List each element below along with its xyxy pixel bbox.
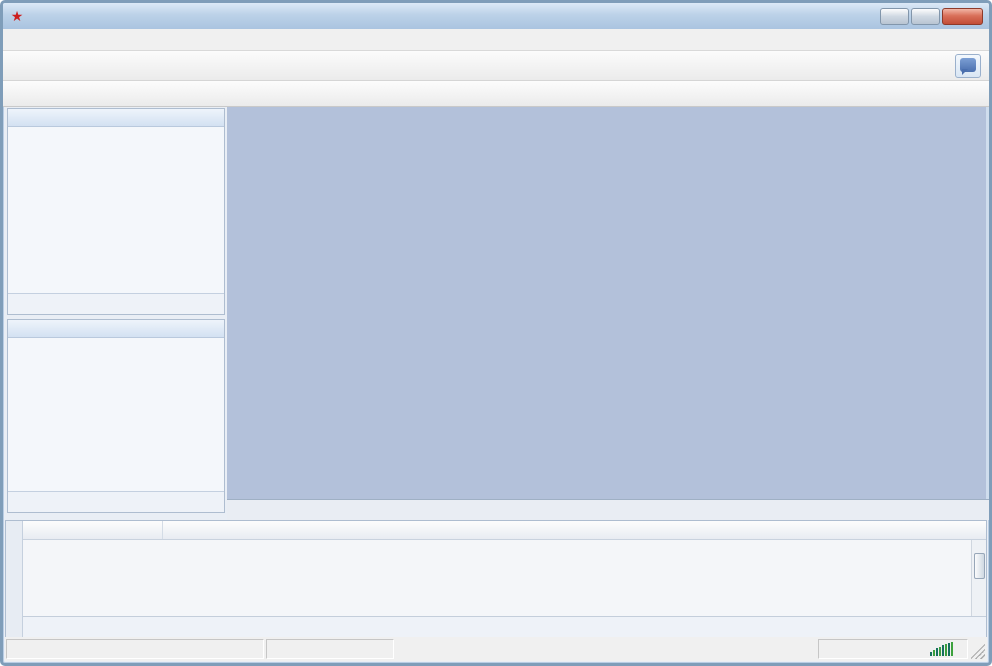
menu-bar <box>3 29 989 51</box>
market-watch-title-bar[interactable] <box>8 109 224 127</box>
news-scrollbar[interactable] <box>971 540 986 616</box>
chart-window-tabs <box>227 499 989 520</box>
navigator-panel <box>7 319 225 513</box>
close-button[interactable] <box>942 7 983 25</box>
notifications-button[interactable] <box>955 54 981 78</box>
status-traffic-cell <box>818 639 968 659</box>
terminal-main <box>23 521 986 637</box>
notifications-count <box>960 58 976 75</box>
terminal-panel <box>5 520 987 638</box>
title-bar[interactable]: ★ <box>3 3 989 29</box>
app-logo-icon: ★ <box>10 8 24 24</box>
navigator-tree <box>8 338 224 346</box>
tick-chart[interactable] <box>8 127 222 289</box>
left-column <box>5 108 227 513</box>
connection-bars-icon <box>930 642 953 656</box>
market-watch-tabs <box>8 293 224 314</box>
minimize-button[interactable] <box>880 7 909 25</box>
news-column-time[interactable] <box>23 521 163 539</box>
news-list <box>23 540 986 616</box>
news-table-header <box>23 521 986 540</box>
scrollbar-thumb[interactable] <box>973 553 985 579</box>
news-column-topic[interactable] <box>163 521 986 539</box>
market-watch-panel <box>7 108 225 315</box>
application-window: ★ <box>0 0 992 666</box>
resize-grip[interactable] <box>971 639 985 659</box>
main-toolbar <box>3 51 989 81</box>
maximize-button[interactable] <box>911 7 940 25</box>
terminal-tabs <box>23 616 986 637</box>
terminal-side-strip <box>6 521 23 637</box>
status-one-click-trading[interactable] <box>266 639 394 659</box>
workspace-scrollbar[interactable] <box>986 107 989 520</box>
navigator-tabs <box>8 491 224 512</box>
chart-workspace <box>227 107 989 520</box>
drawing-toolbar <box>3 81 989 107</box>
navigator-title-bar[interactable] <box>8 320 224 338</box>
status-help-text <box>6 639 264 659</box>
status-bar <box>5 637 987 661</box>
